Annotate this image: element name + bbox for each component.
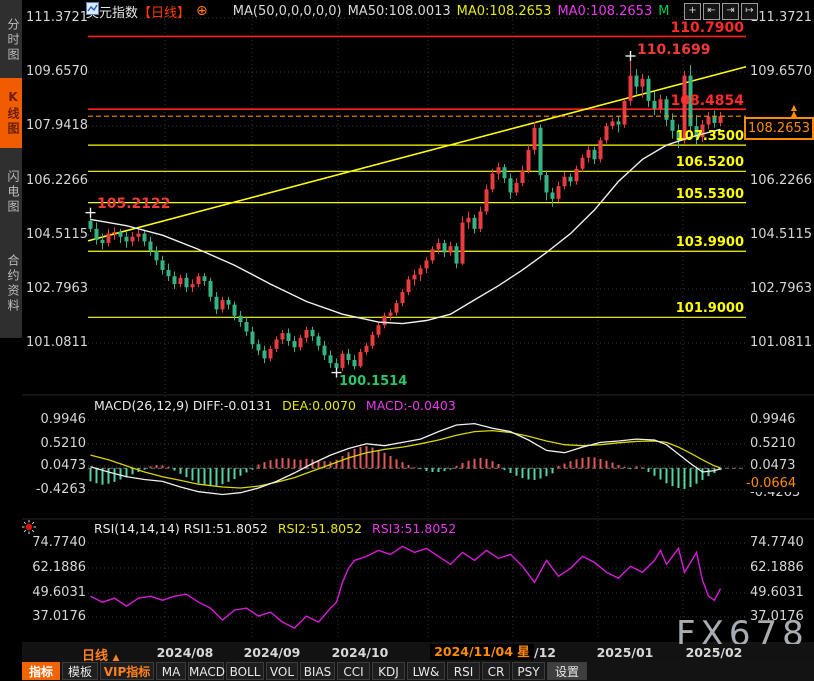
macd-hdr-part: MACD(26,12,9) DIFF:-0.0131 — [94, 398, 272, 413]
ma50-value: MA50:108.0013 — [348, 4, 451, 19]
pan-right-icon[interactable]: ↦ — [741, 3, 758, 20]
sidebar-tab-合约资料[interactable]: 合约资料 — [0, 236, 22, 332]
toolbar-item-MACD[interactable]: MACD — [188, 662, 224, 680]
toolbar-item-BOLL[interactable]: BOLL — [226, 662, 264, 680]
selected-date-highlight: 2024/11/04 星期一 — [430, 644, 534, 660]
chart-app-window: 美元指数 【日线】 ⊕ MA(50,0,0,0,0,0) MA50:108.00… — [0, 0, 814, 681]
macd-hdr-part: DEA:0.0070 — [282, 398, 356, 413]
sidebar-tab-K线图[interactable]: K线图 — [0, 78, 22, 148]
ma0-value-yellow: MA0:108.2653 — [457, 4, 552, 19]
toolbar-item-设置[interactable]: 设置 — [547, 662, 587, 680]
ma-extra: M — [658, 4, 669, 19]
toolbar-item-KDJ[interactable]: KDJ — [372, 662, 405, 680]
level-label: 106.5200 — [634, 155, 744, 170]
scale-right-icon[interactable]: ⇥ — [722, 3, 739, 20]
toolbar-item-LW&[interactable]: LW& — [407, 662, 445, 680]
date-label: 2025/02 — [674, 645, 754, 660]
toolbar-item-VOL[interactable]: VOL — [266, 662, 298, 680]
macd-hdr-part: MACD:-0.0403 — [366, 398, 456, 413]
record-icon — [26, 524, 32, 530]
scale-left-icon[interactable]: ⇤ — [703, 3, 720, 20]
toolbar-item-PSY[interactable]: PSY — [512, 662, 545, 680]
rsi-hdr-part: RSI3:51.8052 — [372, 521, 456, 536]
price-annotation: 110.1699 — [637, 42, 711, 58]
move-icon[interactable]: + — [684, 3, 701, 20]
price-annotation: 100.1514 — [339, 374, 407, 389]
toolbar-item-指标[interactable]: 指标 — [22, 662, 60, 680]
date-label: 2024/08 — [145, 645, 225, 660]
left-sidebar: 分时图 K线图闪电图合约资料 — [0, 0, 22, 681]
date-label: 2024/10 — [320, 645, 400, 660]
toolbar-item-BIAS[interactable]: BIAS — [300, 662, 335, 680]
date-label: 2024/09 — [232, 645, 312, 660]
current-price-tag: 108.2653 — [744, 117, 814, 140]
indicator-chart-icon — [214, 5, 227, 18]
toolbar-item-CCI[interactable]: CCI — [337, 662, 370, 680]
toolbar-item-VIP指标[interactable]: VIP指标 — [100, 662, 154, 680]
level-label: 108.4854 — [634, 93, 744, 109]
period-tag: 【日线】 — [138, 2, 190, 21]
rsi-hdr-part: RSI2:51.8052 — [278, 521, 362, 536]
sidebar-tab-分时图[interactable]: 分时图 — [0, 8, 22, 72]
level-label: 101.9000 — [634, 301, 744, 316]
toolbar-item-MA[interactable]: MA — [156, 662, 186, 680]
add-indicator-icon[interactable]: ⊕ — [196, 3, 208, 19]
ma0-value-magenta: MA0:108.2653 — [557, 4, 652, 19]
sidebar-tab-闪电图[interactable]: 闪电图 — [0, 154, 22, 230]
level-label: 103.9900 — [634, 235, 744, 250]
rsi-header: RSI(14,14,14) RSI1:51.8052 RSI2:51.8052 RS… — [94, 521, 456, 536]
level-label: 105.5300 — [634, 187, 744, 202]
macd-header: MACD(26,12,9) DIFF:-0.0131 DEA:0.0070 MACD… — [94, 398, 456, 413]
ma-settings-label: MA(50,0,0,0,0,0) — [233, 4, 342, 19]
date-label: 2025/01 — [585, 645, 665, 660]
date-axis: 2024/082024/092024/10/122025/012025/02 — [22, 644, 814, 660]
indicator-toolbar: 指标模板VIP指标MAMACDBOLLVOLBIASCCIKDJLW&RSICR… — [22, 661, 814, 681]
price-alert-arrows-icon: ▲▲ — [787, 105, 801, 117]
price-annotation: 105.2122 — [97, 196, 171, 212]
macd-current-tag: -0.0664 — [746, 476, 810, 492]
level-label: 107.3500 — [634, 129, 744, 144]
toolbar-item-RSI[interactable]: RSI — [447, 662, 480, 680]
level-label: 110.7900 — [634, 20, 744, 36]
toolbar-item-CR[interactable]: CR — [482, 662, 510, 680]
toolbar-item-模板[interactable]: 模板 — [62, 662, 98, 680]
chart-header: 美元指数 【日线】 ⊕ MA(50,0,0,0,0,0) MA50:108.00… — [86, 2, 669, 20]
rsi-hdr-part: RSI(14,14,14) RSI1:51.8052 — [94, 521, 268, 536]
